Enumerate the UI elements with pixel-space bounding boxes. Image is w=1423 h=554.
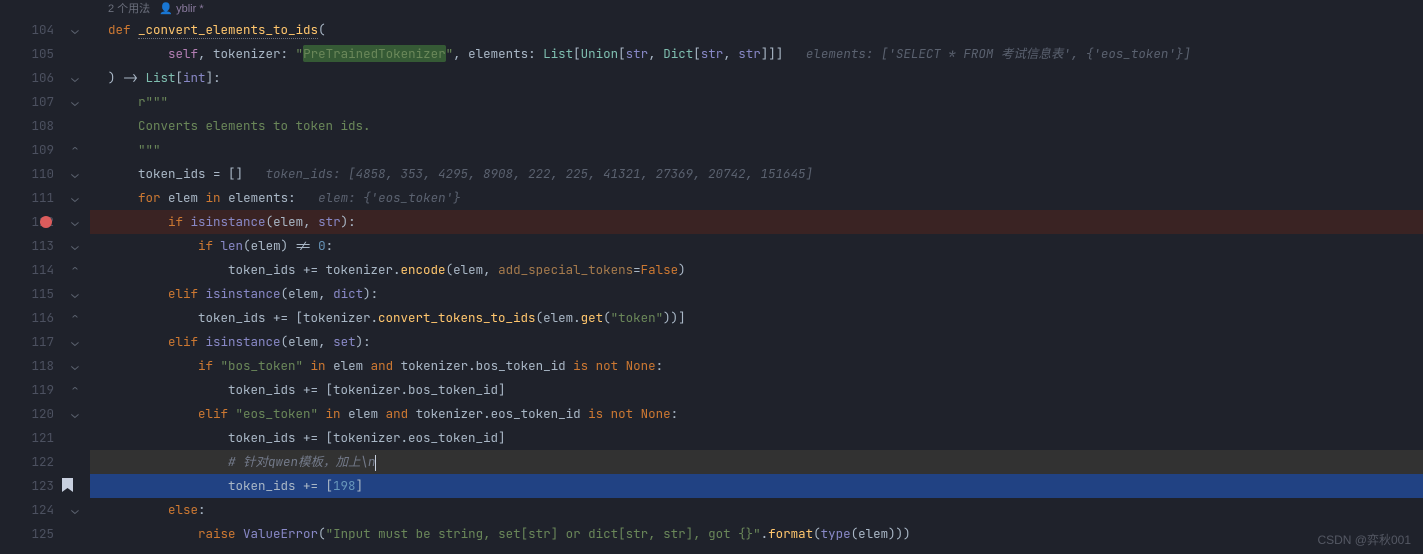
code-line-selected[interactable]: token_ids += [198] xyxy=(90,474,1423,498)
code-line[interactable]: elif isinstance(elem, dict): xyxy=(90,282,1423,306)
text-caret xyxy=(375,455,376,471)
fold-handle[interactable]: ⌄ xyxy=(68,498,82,522)
line-number[interactable]: 117 xyxy=(0,330,54,354)
code-line[interactable]: token_ids += tokenizer.encode(elem, add_… xyxy=(90,258,1423,282)
fold-handle[interactable]: ⌄ xyxy=(68,282,82,306)
line-number[interactable]: 105 xyxy=(0,42,54,66)
code-line-caret[interactable]: # 针对qwen模板，加上\n xyxy=(90,450,1423,474)
code-line[interactable]: Converts elements to token ids. xyxy=(90,114,1423,138)
line-number[interactable]: 107 xyxy=(0,90,54,114)
code-line[interactable]: """ xyxy=(90,138,1423,162)
line-number[interactable]: 118 xyxy=(0,354,54,378)
fold-handle[interactable]: ⌄ xyxy=(68,330,82,354)
editor-viewport: 2 个用法 👤 yblir * 104 105 106 107 108 109 … xyxy=(0,0,1423,554)
line-number[interactable]: 122 xyxy=(0,450,54,474)
fold-handle-end[interactable]: ⌃ xyxy=(68,138,82,162)
code-line[interactable]: def _convert_elements_to_ids( xyxy=(90,18,1423,42)
code-line[interactable]: token_ids += [tokenizer.eos_token_id] xyxy=(90,426,1423,450)
code-line[interactable]: elif isinstance(elem, set): xyxy=(90,330,1423,354)
line-number[interactable]: 104 xyxy=(0,18,54,42)
line-number[interactable]: 115 xyxy=(0,282,54,306)
fold-handle[interactable]: ⌄ xyxy=(68,162,82,186)
code-line[interactable]: if "bos_token" in elem and tokenizer.bos… xyxy=(90,354,1423,378)
line-number[interactable]: 113 xyxy=(0,234,54,258)
code-line[interactable]: r""" xyxy=(90,90,1423,114)
line-number[interactable]: 111 xyxy=(0,186,54,210)
fold-handle[interactable]: ⌄ xyxy=(68,402,82,426)
line-number[interactable]: 114 xyxy=(0,258,54,282)
line-number[interactable]: 125 xyxy=(0,522,54,546)
fold-handle-end[interactable]: ⌃ xyxy=(68,378,82,402)
code-line[interactable]: else: xyxy=(90,498,1423,522)
inlay-hint: token_ids: [4858, 353, 4295, 8908, 222, … xyxy=(266,165,814,182)
code-line-breakpoint[interactable]: if isinstance(elem, str): xyxy=(90,210,1423,234)
fold-handle[interactable]: ⌄ xyxy=(68,66,82,90)
gutter: 104 105 106 107 108 109 110 111 112 113 … xyxy=(0,0,90,554)
line-number[interactable]: 116 xyxy=(0,306,54,330)
line-number[interactable]: 120 xyxy=(0,402,54,426)
code-line[interactable]: token_ids = [] token_ids: [4858, 353, 42… xyxy=(90,162,1423,186)
code-line[interactable]: self, tokenizer: "PreTrainedTokenizer", … xyxy=(90,42,1423,66)
line-number[interactable]: 106 xyxy=(0,66,54,90)
line-number[interactable]: 119 xyxy=(0,378,54,402)
inlay-hint: elements: ['SELECT * FROM 考试信息表', {'eos_… xyxy=(806,45,1191,62)
fold-handle[interactable]: ⌄ xyxy=(68,90,82,114)
line-number[interactable]: 108 xyxy=(0,114,54,138)
code-line[interactable]: token_ids += [tokenizer.convert_tokens_t… xyxy=(90,306,1423,330)
code-line[interactable]: elif "eos_token" in elem and tokenizer.e… xyxy=(90,402,1423,426)
fold-handle-end[interactable]: ⌃ xyxy=(68,258,82,282)
line-number[interactable]: 121 xyxy=(0,426,54,450)
code-line[interactable]: for elem in elements: elem: {'eos_token'… xyxy=(90,186,1423,210)
line-number[interactable]: 123 xyxy=(0,474,54,498)
line-number[interactable]: 110 xyxy=(0,162,54,186)
code-area[interactable]: def _convert_elements_to_ids( self, toke… xyxy=(90,0,1423,554)
code-line[interactable]: raise ValueError("Input must be string, … xyxy=(90,522,1423,546)
line-number[interactable]: 124 xyxy=(0,498,54,522)
line-number[interactable]: 109 xyxy=(0,138,54,162)
code-line[interactable]: token_ids += [tokenizer.bos_token_id] xyxy=(90,378,1423,402)
fold-handle[interactable]: ⌄ xyxy=(68,186,82,210)
fold-handle[interactable]: ⌄ xyxy=(68,354,82,378)
fold-handle-end[interactable]: ⌃ xyxy=(68,306,82,330)
breakpoint-icon[interactable] xyxy=(40,216,52,228)
fold-handle[interactable]: ⌄ xyxy=(68,18,82,42)
inlay-hint: elem: {'eos_token'} xyxy=(318,189,461,206)
bookmark-icon[interactable] xyxy=(62,478,73,492)
fold-handle[interactable]: ⌄ xyxy=(68,234,82,258)
fold-handle[interactable]: ⌄ xyxy=(68,210,82,234)
code-line[interactable]: ) -> List[int]: xyxy=(90,66,1423,90)
code-line[interactable]: if len(elem) != 0: xyxy=(90,234,1423,258)
watermark: CSDN @弈秋001 xyxy=(1317,531,1411,548)
